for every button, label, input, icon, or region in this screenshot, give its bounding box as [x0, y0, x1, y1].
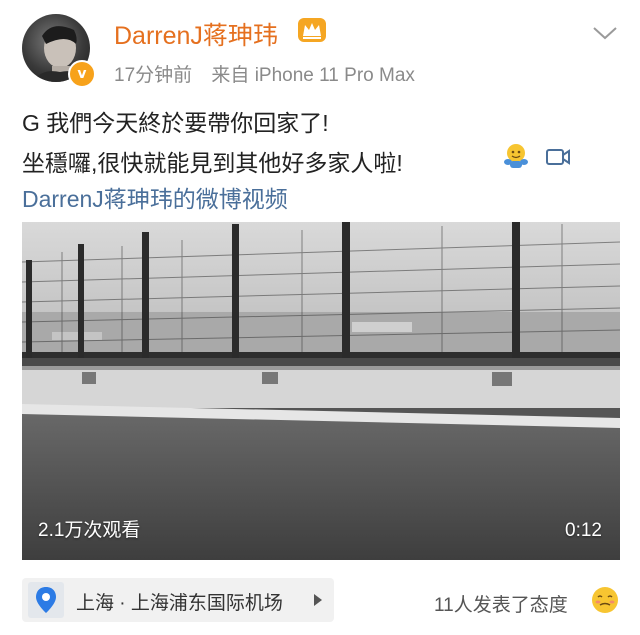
- smirk-emoji-icon[interactable]: [590, 585, 620, 615]
- post-meta: 17分钟前 来自 iPhone 11 Pro Max: [114, 60, 415, 87]
- video-title-link[interactable]: DarrenJ蒋珅玮的微博视频: [22, 180, 288, 214]
- play-arrow-icon: [314, 594, 322, 606]
- location-label: 上海 · 上海浦东国际机场: [76, 593, 283, 614]
- post-text-line2: 坐穩囉,很快就能見到其他好多家人啦!: [22, 150, 403, 176]
- chevron-down-icon[interactable]: [592, 24, 618, 42]
- video-view-count: 2.1万次观看: [38, 520, 141, 541]
- crown-icon: [298, 18, 326, 42]
- post-source: 来自 iPhone 11 Pro Max: [211, 65, 415, 86]
- video-player[interactable]: 2.1万次观看 0:12: [22, 222, 620, 560]
- post-text-line1: G 我們今天終於要帶你回家了!: [22, 110, 329, 136]
- video-duration: 0:12: [565, 520, 602, 541]
- location-pin-icon: [28, 582, 64, 618]
- video-camera-icon[interactable]: [545, 146, 571, 168]
- location-tag[interactable]: 上海 · 上海浦东国际机场: [22, 578, 334, 622]
- post-time: 17分钟前: [114, 65, 193, 86]
- hug-emoji-icon: [504, 144, 528, 168]
- author-name[interactable]: DarrenJ蒋珅玮: [114, 16, 278, 52]
- reaction-count[interactable]: 11人发表了态度: [434, 590, 568, 617]
- verified-badge-icon: v: [68, 60, 96, 88]
- video-frame: [22, 222, 620, 560]
